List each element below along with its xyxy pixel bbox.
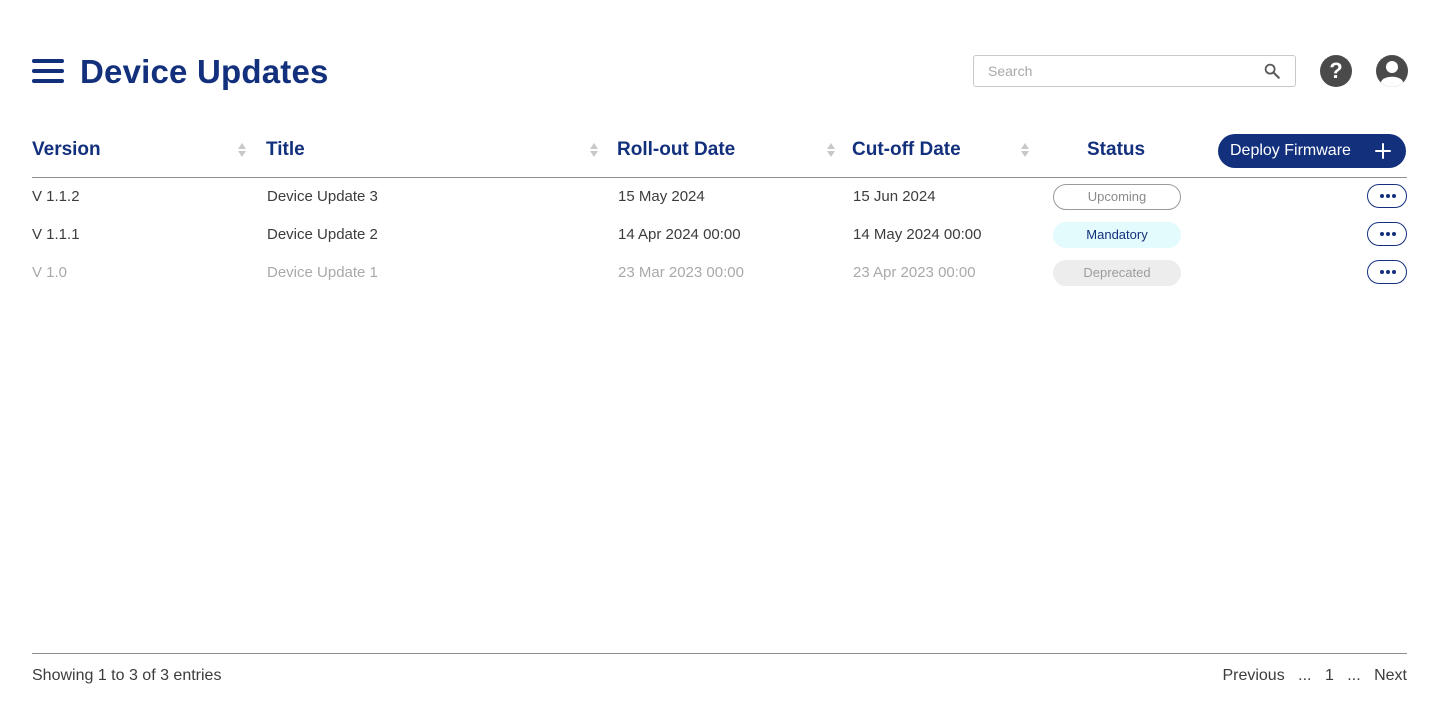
help-icon[interactable]: ?	[1320, 55, 1352, 87]
pagination-ellipsis: ...	[1298, 667, 1312, 684]
sort-icon[interactable]	[590, 143, 598, 159]
table-row: V 1.1.2 Device Update 3 15 May 2024 15 J…	[32, 178, 1407, 216]
table-row: V 1.0 Device Update 1 23 Mar 2023 00:00 …	[32, 254, 1407, 292]
pagination-ellipsis: ...	[1347, 667, 1361, 684]
search-input[interactable]	[988, 56, 1258, 86]
more-options-icon[interactable]	[1367, 222, 1407, 246]
search-icon[interactable]	[1263, 62, 1281, 80]
deploy-firmware-label: Deploy Firmware	[1230, 142, 1351, 159]
cell-version: V 1.1.2	[32, 188, 80, 205]
cell-rollout-date: 14 Apr 2024 00:00	[618, 226, 741, 243]
sort-icon[interactable]	[827, 143, 835, 159]
table-footer: Showing 1 to 3 of 3 entries Previous ...…	[32, 653, 1407, 693]
column-header-version[interactable]: Version	[32, 138, 101, 162]
entries-info: Showing 1 to 3 of 3 entries	[32, 667, 222, 684]
cell-cutoff-date: 15 Jun 2024	[853, 188, 936, 205]
page-title: Device Updates	[80, 53, 329, 90]
sort-icon[interactable]	[238, 143, 246, 159]
plus-icon	[1375, 143, 1391, 159]
column-header-title[interactable]: Title	[266, 138, 305, 162]
status-badge: Deprecated	[1053, 260, 1181, 286]
table-header: Version Title Roll-out Date Cut-off Date…	[32, 130, 1407, 178]
cell-title: Device Update 3	[267, 188, 378, 205]
search-box[interactable]	[973, 55, 1296, 87]
pagination: Previous ... 1 ... Next	[1222, 666, 1407, 686]
status-badge: Upcoming	[1053, 184, 1181, 210]
cell-version: V 1.0	[32, 264, 68, 281]
column-header-cutoff-date[interactable]: Cut-off Date	[852, 138, 961, 162]
profile-icon[interactable]	[1376, 55, 1408, 87]
more-options-icon[interactable]	[1367, 184, 1407, 208]
cell-cutoff-date: 14 May 2024 00:00	[853, 226, 982, 243]
next-page-link[interactable]: Next	[1374, 666, 1407, 686]
page-number-link[interactable]: 1	[1325, 666, 1334, 686]
column-header-status: Status	[1087, 139, 1146, 160]
menu-icon[interactable]	[32, 59, 64, 85]
table-row: V 1.1.1 Device Update 2 14 Apr 2024 00:0…	[32, 216, 1407, 254]
cell-rollout-date: 15 May 2024	[618, 188, 705, 205]
previous-page-link[interactable]: Previous	[1222, 666, 1284, 686]
cell-version: V 1.1.1	[32, 226, 80, 243]
cell-cutoff-date: 23 Apr 2023 00:00	[853, 264, 976, 281]
cell-title: Device Update 1	[267, 264, 378, 281]
cell-rollout-date: 23 Mar 2023 00:00	[618, 264, 744, 281]
status-badge: Mandatory	[1053, 222, 1181, 248]
column-header-rollout-date[interactable]: Roll-out Date	[617, 138, 735, 162]
page-header: Device Updates ?	[32, 50, 1408, 94]
sort-icon[interactable]	[1021, 143, 1029, 159]
deploy-firmware-button[interactable]: Deploy Firmware	[1218, 134, 1406, 168]
cell-title: Device Update 2	[267, 226, 378, 243]
more-options-icon[interactable]	[1367, 260, 1407, 284]
